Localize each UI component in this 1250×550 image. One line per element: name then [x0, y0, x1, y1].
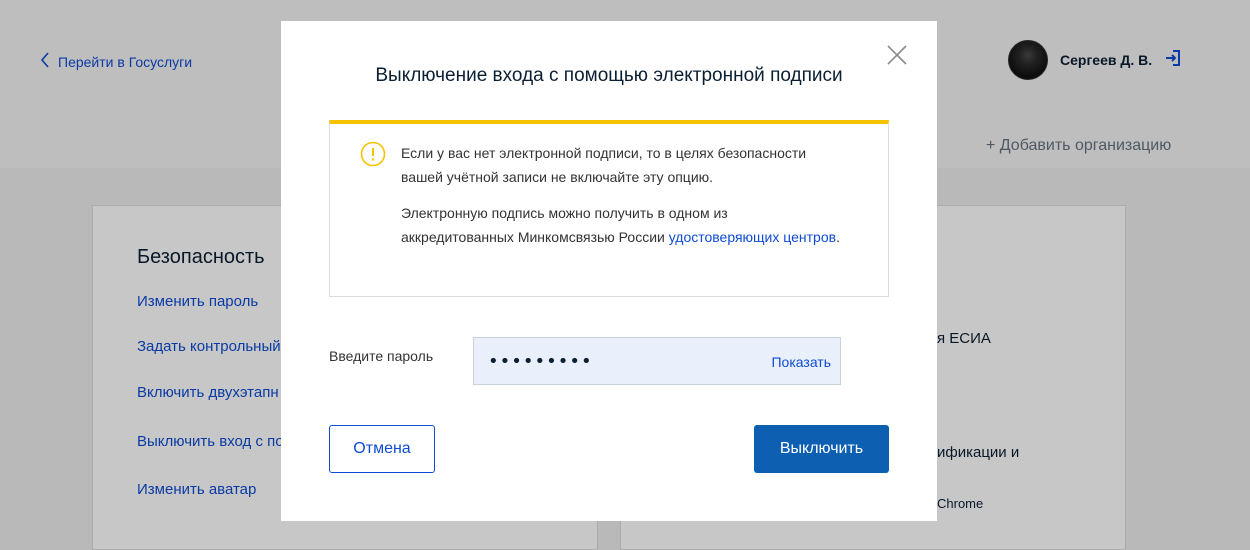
warning-icon [360, 141, 386, 167]
disable-button[interactable]: Выключить [754, 425, 889, 473]
certification-centers-link[interactable]: удостоверяющих центров [669, 229, 836, 245]
warning-text-2-end: . [836, 229, 840, 245]
warning-box: Если у вас нет электронной подписи, то в… [329, 120, 889, 297]
password-label: Введите пароль [329, 348, 434, 364]
warning-text-1: Если у вас нет электронной подписи, то в… [401, 145, 807, 185]
password-field[interactable]: Показать [473, 337, 841, 385]
modal-title: Выключение входа с помощью электронной п… [375, 65, 843, 86]
cancel-button[interactable]: Отмена [329, 425, 435, 473]
close-icon[interactable] [885, 43, 909, 67]
disable-signature-modal: Выключение входа с помощью электронной п… [281, 21, 937, 521]
password-input[interactable] [488, 338, 748, 384]
warning-text-2: Электронную подпись можно получить в одн… [401, 201, 841, 249]
show-password-link[interactable]: Показать [771, 354, 831, 370]
